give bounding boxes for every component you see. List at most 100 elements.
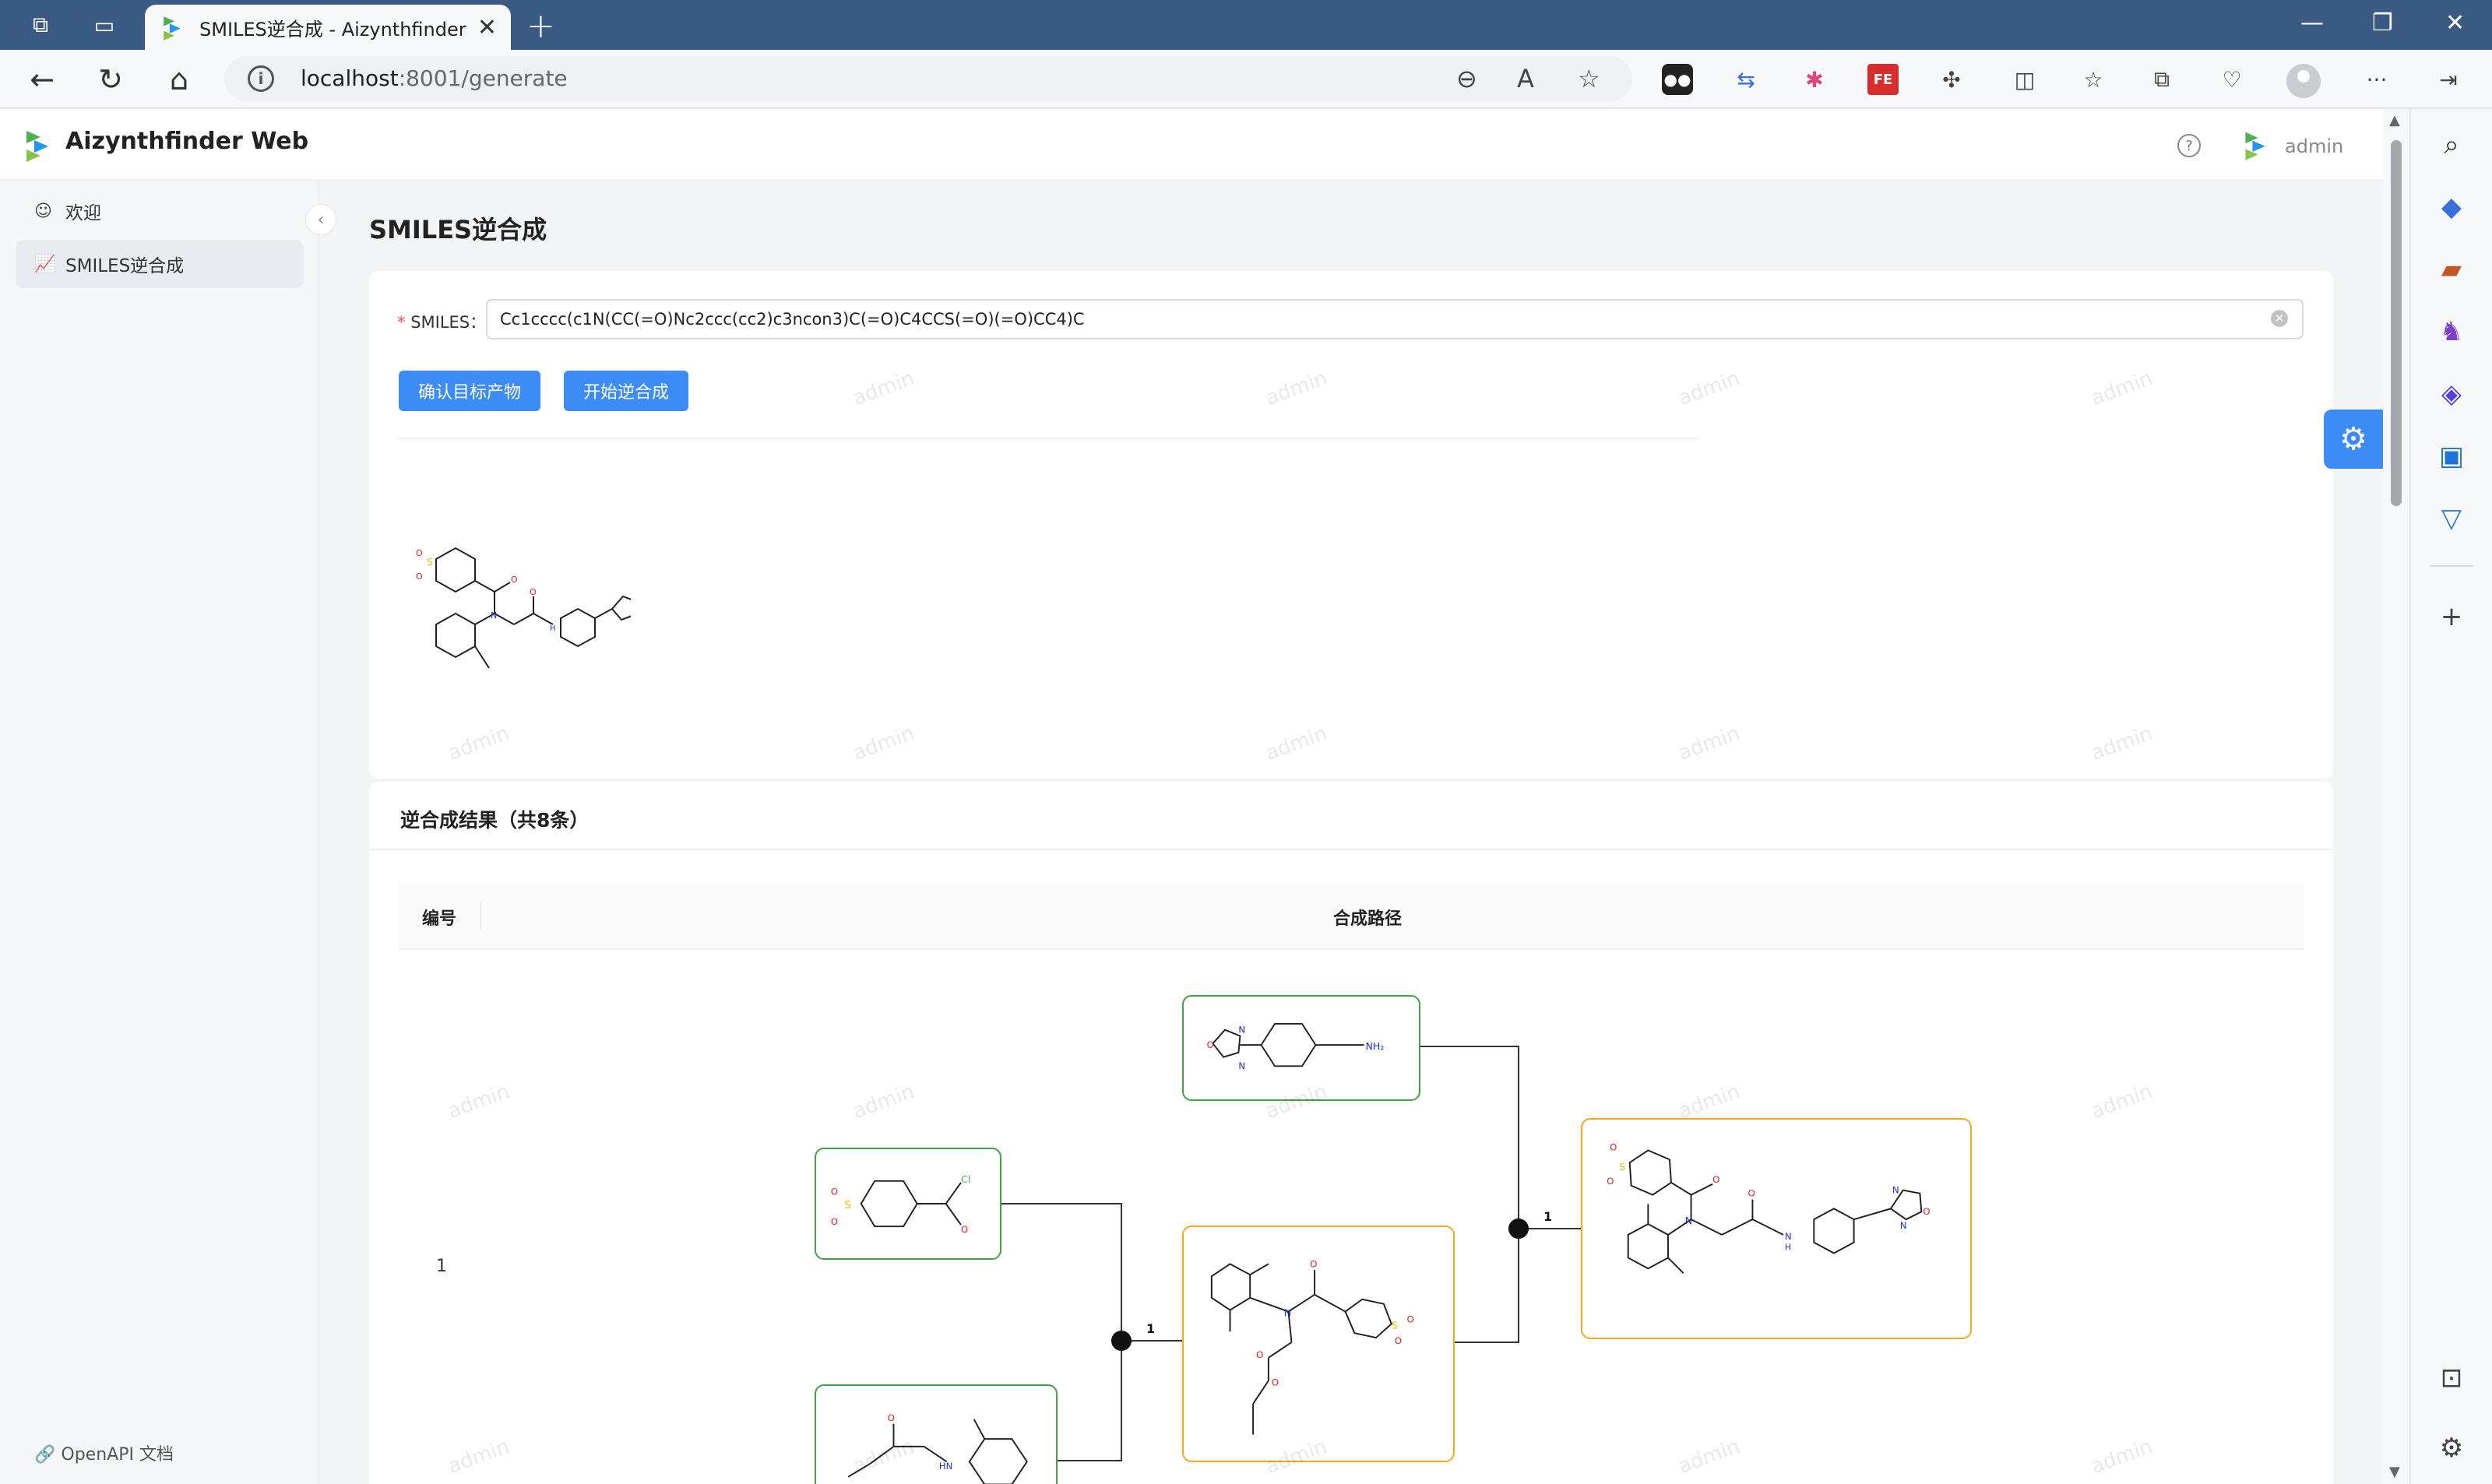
svg-text:O: O [1748, 1188, 1755, 1199]
more-menu-icon[interactable]: ··· [2361, 64, 2392, 95]
sidebar-toggle-icon[interactable]: ⇥ [2433, 64, 2464, 95]
address-bar[interactable]: i localhost:8001/generate ⊖ A ☆ [224, 56, 1632, 101]
tools-briefcase-icon[interactable]: ▰ [2431, 249, 2472, 290]
watermark: admin [1675, 366, 1744, 411]
sidebar-item-welcome[interactable]: ☺ 欢迎 [16, 187, 304, 235]
svg-text:NH₂: NH₂ [1366, 1040, 1385, 1052]
zoom-out-icon[interactable]: ⊖ [1456, 64, 1477, 93]
svg-text:O: O [1610, 1141, 1617, 1152]
clear-input-icon[interactable]: ✕ [2271, 310, 2288, 327]
profile-avatar[interactable] [2286, 64, 2321, 98]
target-molecule-image: S O O O N O H [416, 547, 631, 669]
address-url[interactable]: localhost:8001/generate [301, 65, 568, 91]
page-title: SMILES逆合成 [369, 215, 547, 244]
reaction-label: 1 [1543, 1209, 1552, 1224]
help-icon[interactable]: ? [2177, 134, 2201, 157]
svg-text:H: H [550, 624, 556, 633]
svg-text:O: O [888, 1412, 895, 1423]
scroll-up-arrow-icon[interactable]: ▲ [2389, 112, 2400, 128]
svg-text:N: N [1892, 1185, 1899, 1196]
browser-essentials-icon[interactable]: ♡ [2216, 64, 2247, 95]
svg-text:N: N [1238, 1060, 1245, 1071]
browser-sidebar: ⌕ ◆ ▰ ♞ ◈ ▣ ▽ + ⊡ ⚙ [2409, 109, 2492, 1484]
smiles-field-label: * SMILES： [397, 313, 487, 332]
user-name[interactable]: admin [2285, 135, 2343, 157]
collections-icon[interactable]: ⧉ [2146, 64, 2177, 95]
outlook-icon[interactable]: ▣ [2431, 436, 2472, 476]
back-arrow-icon[interactable]: ← [23, 61, 61, 98]
reaction-node[interactable] [1508, 1218, 1529, 1239]
add-sidebar-app-icon[interactable]: + [2431, 596, 2472, 637]
tab-close-icon[interactable]: ✕ [477, 14, 497, 41]
sidebar-settings-icon[interactable]: ⚙ [2431, 1428, 2472, 1468]
smiles-input[interactable]: Cc1cccc(c1N(CC(=O)Nc2ccc(cc2)c3ncon3)C(=… [486, 299, 2304, 339]
favorites-icon[interactable]: ☆ [2078, 64, 2109, 95]
scroll-down-arrow-icon[interactable]: ▼ [2389, 1464, 2400, 1480]
svg-text:S: S [1619, 1162, 1625, 1173]
read-aloud-icon[interactable]: A [1517, 64, 1534, 93]
shopping-tag-icon[interactable]: ◆ [2431, 187, 2472, 227]
molecule-node-stock[interactable]: S O O Cl O [815, 1148, 1001, 1260]
start-retrosynthesis-button[interactable]: 开始逆合成 [564, 371, 688, 411]
chart-icon: 📈 [34, 254, 56, 274]
favorite-star-icon[interactable]: ☆ [1578, 64, 1600, 93]
games-icon[interactable]: ♞ [2431, 311, 2472, 352]
new-tab-icon[interactable]: + [526, 6, 555, 46]
refresh-icon[interactable]: ↻ [92, 61, 129, 98]
svg-text:O: O [831, 1216, 838, 1227]
openapi-docs-link[interactable]: 🔗 OpenAPI 文档 [34, 1440, 174, 1465]
screenshot-icon[interactable]: ⊡ [2431, 1358, 2472, 1398]
molecule-node-stock[interactable]: O HN [815, 1384, 1058, 1484]
svg-text:O: O [1607, 1176, 1614, 1187]
svg-text:O: O [416, 548, 423, 558]
extensions-icon[interactable]: ✣ [1936, 64, 1967, 95]
svg-text:Cl: Cl [961, 1173, 970, 1185]
extension-arrows-icon[interactable]: ⇆ [1730, 64, 1762, 95]
molecule-node-intermediate[interactable]: N O S O O O O [1182, 1226, 1455, 1462]
svg-text:O: O [1310, 1258, 1317, 1269]
extension-fe-icon[interactable]: FE [1867, 64, 1899, 95]
svg-text:O: O [1923, 1206, 1930, 1217]
svg-text:O: O [1712, 1174, 1719, 1185]
page-scrollbar[interactable]: ▲ ▼ [2383, 109, 2409, 1484]
collapse-sidebar-icon[interactable]: ‹ [305, 204, 336, 235]
user-avatar-icon[interactable] [2241, 129, 2269, 160]
app-logo-icon [26, 131, 48, 162]
molecule-node-stock[interactable]: O N N NH₂ [1182, 995, 1420, 1101]
molecule-node-target[interactable]: S O O O N O N H N O N [1581, 1118, 1972, 1339]
confirm-target-button[interactable]: 确认目标产物 [399, 371, 540, 411]
split-screen-icon[interactable]: ◫ [2009, 64, 2040, 95]
svg-text:HN: HN [939, 1461, 953, 1472]
copilot-icon[interactable]: ◈ [2431, 374, 2472, 414]
settings-float-button[interactable]: ⚙ [2324, 410, 2383, 469]
site-info-icon[interactable]: i [248, 65, 274, 92]
svg-text:N: N [1785, 1231, 1792, 1242]
svg-text:O: O [1207, 1039, 1214, 1050]
app-header: Aizynthfinder Web ? admin [0, 109, 2383, 181]
search-icon[interactable]: ⌕ [2431, 125, 2472, 165]
svg-text:N: N [1238, 1025, 1245, 1036]
restore-icon[interactable]: ❐ [2372, 9, 2393, 37]
minimize-icon[interactable]: — [2300, 9, 2324, 37]
watermark: admin [1262, 721, 1331, 766]
watermark: admin [1675, 721, 1744, 766]
home-icon[interactable]: ⌂ [160, 61, 198, 98]
sidebar-item-smiles-retro[interactable]: 📈 SMILES逆合成 [16, 240, 304, 288]
svg-text:N: N [1284, 1307, 1292, 1319]
drop-icon[interactable]: ▽ [2431, 498, 2472, 539]
aizynth-logo-icon [164, 16, 181, 40]
svg-text:N: N [1685, 1215, 1693, 1227]
workspaces-icon[interactable]: ⧉ [26, 11, 55, 39]
sidebar-item-label: SMILES逆合成 [65, 256, 185, 276]
extension-glasses-icon[interactable]: ●● [1662, 64, 1693, 95]
extension-puzzle-pink-icon[interactable]: ✱ [1799, 64, 1830, 95]
close-window-icon[interactable]: ✕ [2445, 9, 2465, 37]
watermark: admin [2088, 366, 2156, 411]
svg-text:O: O [1256, 1349, 1263, 1360]
watermark: admin [850, 721, 918, 766]
tab-actions-icon[interactable]: ▭ [90, 11, 118, 39]
browser-tab-active[interactable]: SMILES逆合成 - Aizynthfinder W ✕ [145, 5, 511, 50]
scrollbar-thumb[interactable] [2391, 140, 2402, 506]
reaction-node[interactable] [1111, 1331, 1132, 1351]
watermark: admin [850, 366, 918, 411]
